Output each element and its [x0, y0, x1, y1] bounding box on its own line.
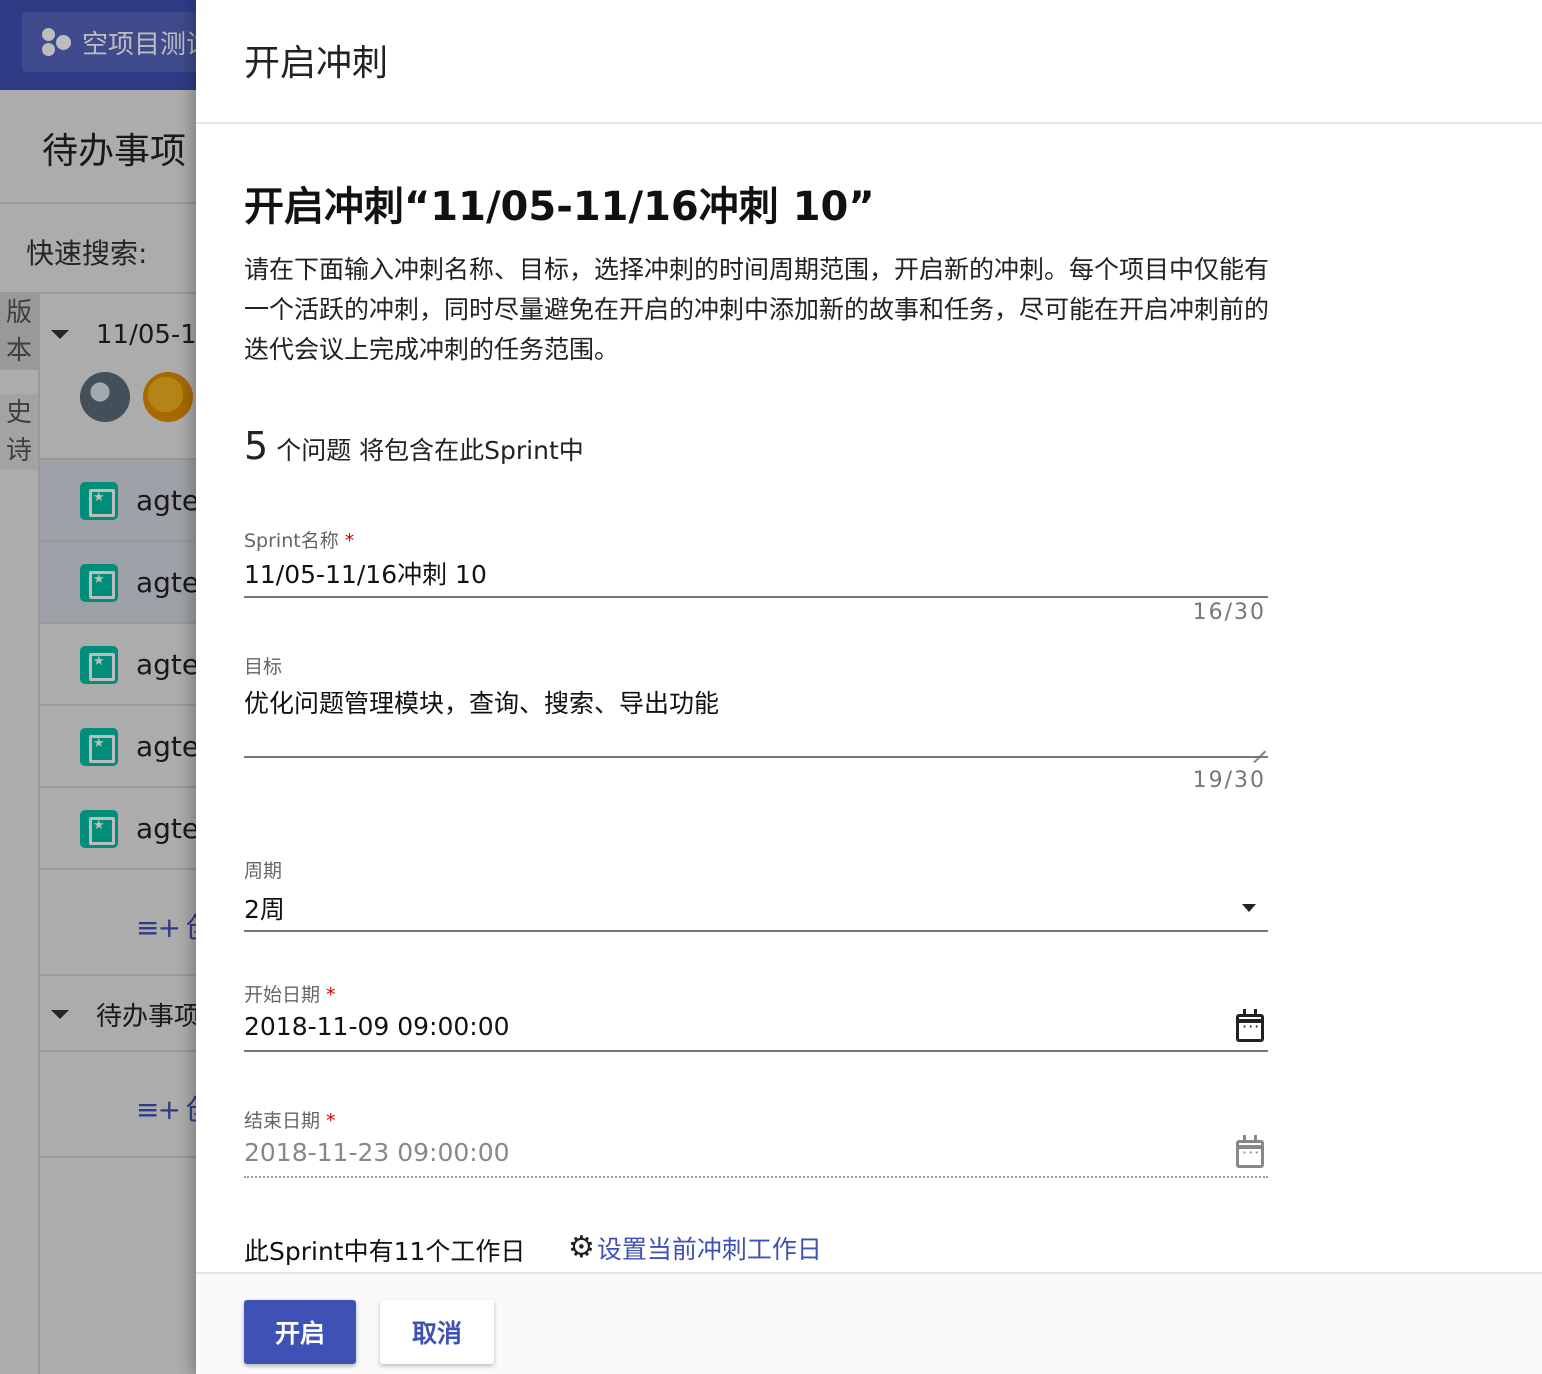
project-icon	[40, 26, 72, 58]
quick-search-label: 快速搜索:	[26, 237, 148, 270]
goal-textarea[interactable]: 优化问题管理模块，查询、搜索、导出功能	[244, 684, 1224, 720]
start-date-input[interactable]	[244, 1012, 1224, 1041]
issue-count: 5	[244, 424, 269, 468]
collapse-backlog-icon[interactable]	[51, 1010, 69, 1019]
divider	[196, 122, 1542, 124]
issue-row[interactable]: agtest-1	[40, 460, 196, 542]
description-text: 请在下面输入冲刺名称、目标，选择冲刺的时间周期范围，开启新的冲刺。每个项目中仅能…	[244, 255, 1270, 364]
sprint-name-char-counter: 16/30	[1192, 600, 1266, 625]
resize-handle-icon[interactable]	[1250, 736, 1266, 764]
issue-name: agtest-5	[136, 812, 196, 845]
story-icon	[80, 482, 118, 520]
issue-name: agtest-4	[136, 730, 196, 763]
workdays-count-text: 此Sprint中有11个工作日	[244, 1237, 526, 1266]
background-page: 空项目测试 待办事项 快速搜索: 版本 史诗 11/05-11/16冲刺 10 …	[0, 0, 196, 1374]
goal-char-counter: 19/30	[1192, 768, 1266, 793]
dropdown-arrow-icon[interactable]	[1242, 904, 1256, 912]
calendar-icon[interactable]	[1236, 1009, 1264, 1042]
page-title: 待办事项	[42, 131, 187, 172]
story-icon	[80, 728, 118, 766]
calendar-icon	[1236, 1135, 1264, 1168]
project-switcher[interactable]: 空项目测试	[22, 12, 196, 72]
start-sprint-dialog: 开启冲刺 开启冲刺“11/05-11/16冲刺 10” 请在下面输入冲刺名称、目…	[196, 0, 1542, 1374]
dialog-footer: 开启 取消	[196, 1272, 1542, 1374]
required-mark: *	[326, 984, 336, 1006]
input-underline	[244, 756, 1268, 758]
project-name: 空项目测试	[81, 29, 196, 60]
set-workdays-link[interactable]: ⚙ 设置当前冲刺工作日	[568, 1230, 822, 1266]
top-bar: 空项目测试	[0, 0, 196, 90]
input-underline	[244, 596, 1268, 598]
issue-count-line: 5 个问题 将包含在此Sprint中	[244, 424, 584, 468]
issue-count-text: 个问题 将包含在此Sprint中	[276, 436, 584, 465]
input-underline-disabled	[244, 1176, 1268, 1178]
create-issue-button[interactable]: ≡+ 创建问题	[136, 906, 196, 946]
sprint-title: 11/05-11/16冲刺 10	[96, 320, 196, 350]
sprint-name-label: Sprint名称 *	[244, 530, 355, 552]
collapse-sprint-icon[interactable]	[51, 330, 69, 339]
avatar[interactable]	[80, 372, 130, 422]
issue-row[interactable]: agtest-3	[40, 624, 196, 706]
start-sprint-button[interactable]: 开启	[244, 1300, 356, 1364]
side-tab-version[interactable]: 版本	[0, 294, 38, 370]
story-icon	[80, 810, 118, 848]
sprint-name-input[interactable]	[244, 558, 1224, 587]
input-underline	[244, 1050, 1268, 1052]
goal-label: 目标	[244, 656, 283, 678]
end-date-input	[244, 1138, 1224, 1167]
issue-name: agtest-1	[136, 484, 196, 517]
cancel-button[interactable]: 取消	[380, 1300, 494, 1364]
divider	[0, 202, 196, 204]
divider	[40, 1156, 196, 1158]
story-icon	[80, 646, 118, 684]
issue-row[interactable]: agtest-2	[40, 542, 196, 624]
required-mark: *	[344, 530, 355, 552]
set-workdays-label: 设置当前冲刺工作日	[596, 1235, 822, 1264]
issue-row[interactable]: agtest-4	[40, 706, 196, 788]
divider	[40, 1050, 196, 1052]
issue-name: agtest-2	[136, 566, 196, 599]
period-select[interactable]: 2周	[244, 890, 1224, 926]
start-date-label: 开始日期 *	[244, 984, 336, 1006]
gear-icon: ⚙	[568, 1230, 595, 1265]
content-heading: 开启冲刺“11/05-11/16冲刺 10”	[244, 184, 875, 230]
divider	[40, 974, 196, 976]
issue-name: agtest-3	[136, 648, 196, 681]
side-tab-epic[interactable]: 史诗	[0, 394, 38, 470]
issue-row[interactable]: agtest-5	[40, 788, 196, 870]
required-mark: *	[326, 1110, 336, 1132]
backlog-title: 待办事项	[96, 1002, 196, 1032]
avatar[interactable]	[143, 372, 193, 422]
create-issue-button[interactable]: ≡+ 创建问题	[136, 1088, 196, 1128]
story-icon	[80, 564, 118, 602]
input-underline	[244, 930, 1268, 932]
period-label: 周期	[244, 860, 283, 882]
end-date-label: 结束日期 *	[244, 1110, 336, 1132]
dialog-title: 开启冲刺	[244, 43, 389, 84]
